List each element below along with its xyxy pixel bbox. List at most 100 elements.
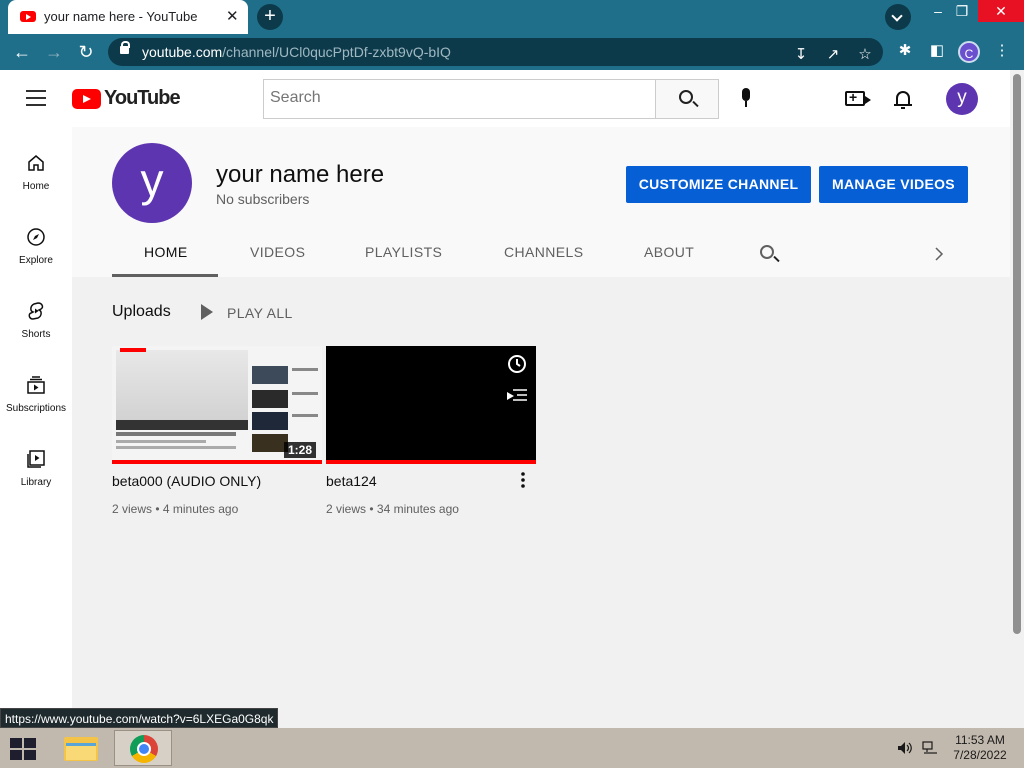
tab-home[interactable]: HOME — [144, 244, 188, 260]
tab-channels[interactable]: CHANNELS — [504, 244, 583, 260]
sidebar-item-explore[interactable]: Explore — [0, 217, 72, 291]
notifications-bell-icon[interactable] — [894, 89, 912, 109]
thumbnail-sidebar-video — [252, 434, 288, 452]
channel-avatar[interactable]: y — [112, 143, 192, 223]
browser-profile-avatar[interactable]: C — [958, 41, 980, 63]
share-icon[interactable]: ↗ — [824, 46, 842, 64]
compass-icon — [27, 228, 45, 246]
create-video-icon[interactable] — [845, 89, 871, 106]
file-explorer-icon[interactable] — [64, 735, 98, 761]
video-meta: 2 views • 4 minutes ago — [112, 502, 239, 516]
thumbnail-sidebar-video — [252, 412, 288, 430]
account-avatar[interactable]: y — [946, 83, 978, 115]
thumbnail-line — [292, 392, 318, 395]
video-meta: 2 views • 34 minutes ago — [326, 502, 459, 516]
clock-time: 11:53 AM — [955, 733, 1005, 747]
browser-toolbar: ← → ↻ youtube.com/channel/UCl0qucPptDf-z… — [0, 34, 1024, 70]
chevron-right-icon[interactable] — [934, 247, 944, 261]
youtube-favicon-icon — [20, 11, 36, 22]
logo-text: YouTube — [104, 87, 181, 109]
sidebar-label: Home — [22, 181, 50, 192]
uploads-heading[interactable]: Uploads — [112, 303, 171, 321]
search-box[interactable] — [263, 79, 656, 119]
install-icon[interactable]: ↧ — [792, 46, 810, 64]
sidebar-item-home[interactable]: Home — [0, 143, 72, 217]
taskbar: 11:53 AM 7/28/2022 — [0, 728, 1024, 768]
forward-arrow-icon[interactable]: → — [44, 42, 64, 62]
tab-about[interactable]: ABOUT — [644, 244, 694, 260]
tab-playlists[interactable]: PLAYLISTS — [365, 244, 442, 260]
sidebar-item-subscriptions[interactable]: Subscriptions — [0, 365, 72, 439]
back-arrow-icon[interactable]: ← — [12, 42, 32, 62]
watch-progress-bar — [112, 460, 322, 464]
windows-start-icon[interactable] — [8, 736, 38, 760]
volume-icon[interactable] — [897, 741, 913, 755]
video-duration: 1:28 — [284, 442, 317, 458]
browser-titlebar: your name here - YouTube ✕ + – ❐ ✕ — [0, 0, 1024, 34]
bookmark-star-icon[interactable]: ☆ — [856, 46, 874, 64]
thumbnail-line — [292, 414, 318, 417]
thumbnail-sidebar-video — [252, 366, 288, 384]
thumbnail-line — [116, 432, 236, 436]
play-all-icon[interactable] — [201, 304, 213, 320]
scrollbar-thumb[interactable] — [1013, 74, 1021, 634]
hamburger-menu-icon[interactable] — [26, 90, 46, 106]
manage-videos-button[interactable]: MANAGE VIDEOS — [819, 166, 968, 203]
lock-icon[interactable] — [120, 41, 130, 54]
video-title[interactable]: beta124 — [326, 473, 377, 489]
video-title[interactable]: beta000 (AUDIO ONLY) — [112, 473, 261, 489]
thumbnail-line — [116, 446, 236, 449]
browser-tab[interactable]: your name here - YouTube ✕ — [8, 0, 248, 34]
microphone-icon[interactable] — [740, 88, 752, 107]
side-panel-icon[interactable]: ◧ — [928, 42, 946, 60]
menu-kebab-icon[interactable]: ⋮ — [993, 42, 1011, 60]
sidebar-label: Explore — [19, 255, 53, 266]
sidebar-label: Shorts — [21, 329, 51, 340]
library-icon — [27, 450, 45, 468]
youtube-play-icon — [72, 89, 101, 109]
thumbnail-controls — [116, 420, 248, 430]
shorts-icon — [28, 302, 44, 320]
search-input[interactable] — [264, 80, 644, 116]
page-scrollbar[interactable] — [1010, 70, 1024, 728]
url-text[interactable]: youtube.com/channel/UCl0qucPptDf-zxbt9vQ… — [142, 44, 451, 60]
youtube-header: YouTube y — [0, 70, 1010, 127]
search-icon — [679, 90, 693, 104]
add-to-queue-icon[interactable] — [507, 388, 527, 402]
video-options-kebab-icon[interactable] — [519, 471, 527, 489]
taskbar-chrome-button[interactable] — [114, 730, 172, 766]
channel-content: Uploads PLAY ALL 1:28 beta000 (AUDIO ONL… — [72, 277, 1010, 728]
sidebar-item-shorts[interactable]: Shorts — [0, 291, 72, 365]
sidebar: Home Explore Shorts Subscriptions Librar… — [0, 127, 72, 728]
thumbnail-screenshot-player — [116, 350, 248, 430]
address-bar[interactable]: youtube.com/channel/UCl0qucPptDf-zxbt9vQ… — [108, 38, 883, 66]
extensions-puzzle-icon[interactable]: ✱ — [896, 42, 914, 60]
system-clock[interactable]: 11:53 AM 7/28/2022 — [948, 733, 1012, 763]
subscriptions-icon — [27, 376, 45, 394]
close-window-button[interactable]: ✕ — [978, 0, 1024, 22]
channel-search-icon[interactable] — [760, 245, 774, 259]
tab-search-button[interactable] — [885, 4, 911, 30]
video-thumbnail[interactable]: 1:28 — [112, 346, 322, 464]
reload-icon[interactable]: ↻ — [76, 42, 96, 62]
watch-later-clock-icon[interactable] — [507, 354, 527, 374]
tab-close-icon[interactable]: ✕ — [226, 7, 239, 25]
thumbnail-line — [116, 440, 206, 443]
play-all-button[interactable]: PLAY ALL — [227, 305, 293, 321]
sidebar-item-library[interactable]: Library — [0, 439, 72, 513]
link-status-url: https://www.youtube.com/watch?v=6LXEGa0G… — [0, 708, 279, 728]
subscriber-count: No subscribers — [216, 191, 310, 207]
tab-videos[interactable]: VIDEOS — [250, 244, 305, 260]
clock-date: 7/28/2022 — [953, 748, 1007, 762]
network-icon[interactable] — [922, 741, 938, 755]
video-thumbnail[interactable] — [326, 346, 536, 464]
chrome-icon — [130, 735, 158, 763]
search-button[interactable] — [655, 79, 719, 119]
home-icon — [28, 155, 44, 171]
channel-name: your name here — [216, 161, 385, 188]
thumbnail-line — [292, 368, 318, 371]
customize-channel-button[interactable]: CUSTOMIZE CHANNEL — [626, 166, 811, 203]
new-tab-button[interactable]: + — [257, 4, 283, 30]
sidebar-label: Library — [20, 477, 52, 488]
restore-button[interactable]: ❐ — [942, 0, 982, 30]
